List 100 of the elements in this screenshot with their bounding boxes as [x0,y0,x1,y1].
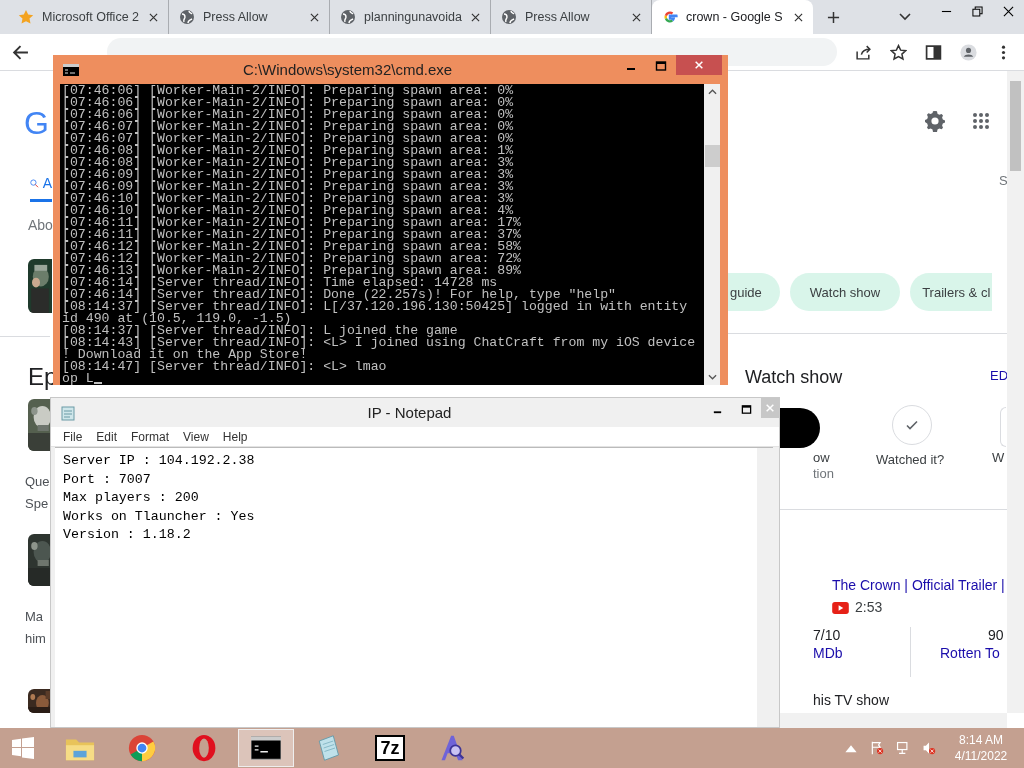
console-line: [08:14:37] [Server thread/INFO]: L joined the game [62,325,458,337]
menu-item[interactable]: View [183,429,209,444]
chrome-icon [127,734,157,762]
scrollbar[interactable] [1007,71,1024,713]
console-line: [07:46:14] [Server thread/INFO]: Time elapsed: 14728 ms [62,277,498,289]
rating-source-link[interactable]: Rotten To [940,645,1000,661]
action-sublabel: tion [813,466,834,481]
search-icon [30,176,39,190]
text-line: Version : 1.18.2 [63,526,191,544]
taskbar-button[interactable] [238,729,294,767]
console-icon [251,734,281,762]
browser-tab[interactable]: planningunavoida [330,0,491,34]
menu-item[interactable]: File [63,429,83,444]
share-icon[interactable] [855,43,872,61]
close-icon[interactable] [310,12,319,22]
back-icon[interactable] [12,43,29,61]
globe-icon [340,9,356,25]
close-icon[interactable] [471,12,480,22]
text-cursor [93,382,102,384]
menu-item[interactable]: Help [222,429,248,444]
console-line: [07:46:07] [Worker-Main-2/INFO]: Preparing spawn area: 0% [62,133,515,145]
close-icon[interactable] [1003,5,1014,17]
console-icon [63,63,79,76]
console-line: [07:46:10] [Worker-Main-2/INFO]: Preparing spawn area: 4% [62,205,514,217]
scroll-up-icon[interactable] [707,89,717,95]
apps-icon[interactable] [972,112,990,130]
episode-title[interactable]: Spe [25,496,49,511]
settings-icon[interactable] [923,109,947,133]
notepad-icon [60,404,76,421]
console-line: [07:46:08] [Worker-Main-2/INFO]: Preparing spawn area: 1% [62,145,515,157]
globe-icon [501,9,517,25]
scrollbar[interactable] [704,84,720,385]
browser-tab[interactable]: crown - Google S [652,0,813,34]
console-input[interactable]: op L [62,373,94,385]
chevron-icon[interactable] [899,13,911,21]
console-line: [07:46:09] [Worker-Main-2/INFO]: Preparing spawn area: 3% [62,181,515,193]
action-label[interactable]: ow [813,450,830,465]
close-icon [765,403,775,413]
rating-source-link[interactable]: MDb [813,645,843,661]
close-icon[interactable] [794,12,803,22]
scrollbar[interactable] [757,448,773,727]
speaker-muted-icon[interactable] [922,741,936,755]
profile-icon[interactable] [960,43,977,61]
close-icon [694,60,704,70]
console-line: [07:46:08] [Worker-Main-2/INFO]: Preparing spawn area: 3% [62,157,515,169]
edit-link[interactable]: ED [990,368,1009,383]
console-line: [07:46:12] [Worker-Main-2/INFO]: Preparing spawn area: 58% [62,241,522,253]
star-outline-icon[interactable] [890,43,907,61]
new-tab-icon[interactable] [827,10,840,24]
section-heading: Watch show [745,367,843,388]
console-line: id 490 at (10.5, 119.0, -1.5) [62,313,292,325]
taskbar-button[interactable]: 7z [362,729,418,767]
sidebar-icon[interactable] [925,43,942,61]
scroll-thumb[interactable] [1010,81,1021,171]
filter-chip[interactable]: Trailers & cl [910,273,993,311]
tools-link[interactable]: S [999,173,1008,188]
results-info: Abo [28,217,53,233]
episode-title[interactable]: him [25,631,46,646]
scroll-thumb[interactable] [704,145,720,167]
scroll-down-icon[interactable] [707,374,717,380]
console-line: [07:46:07] [Worker-Main-2/INFO]: Preparing spawn area: 0% [62,121,515,133]
star-icon [18,9,34,25]
action-label[interactable]: Watched it? [876,452,945,467]
restore-icon[interactable] [972,5,983,17]
close-icon[interactable] [632,12,641,22]
console-line: [07:46:10] [Worker-Main-2/INFO]: Preparing spawn area: 3% [62,193,515,205]
console-line: [08:14:43] [Server thread/INFO]: <L> I joined using ChatCraft from my iOS device [62,337,697,349]
text-line: Works on Tlauncher : Yes [63,507,255,526]
console-line: [08:14:47] [Server thread/INFO]: <L> lmao [62,361,388,373]
console-line: [07:46:09] [Worker-Main-2/INFO]: Preparing spawn area: 3% [62,169,515,181]
episode-title[interactable]: Que [25,474,50,489]
menu-item[interactable]: Format [131,429,170,444]
console-line: [07:46:06] [Worker-Main-2/INFO]: Preparing spawn area: 0% [62,97,515,109]
window-title: C:\Windows\system32\cmd.exe [241,61,454,78]
action-label[interactable]: W [992,450,1005,465]
text-line: Port : 7007 [63,470,151,489]
episode-title[interactable]: Ma [25,609,44,624]
maximize-icon[interactable] [655,59,667,72]
menu-item[interactable]: Edit [96,429,118,444]
console-line: [07:46:06] [Worker-Main-2/INFO]: Preparing spawn area: 0% [62,109,515,121]
google-icon [662,9,678,25]
video-duration: 2:53 [855,599,883,615]
archive-app-icon: 7z [375,735,405,761]
console-line: ! Download it on the App Store! [62,349,308,361]
logo[interactable]: G [24,105,49,142]
text-line: Max players : 200 [63,489,199,507]
browser-tab[interactable]: Press Allow [169,0,330,34]
browser-tab[interactable]: Microsoft Office 2 [8,0,169,34]
filter-chip[interactable]: guide [728,273,780,311]
console-line: [07:46:13] [Worker-Main-2/INFO]: Preparing spawn area: 89% [62,265,522,277]
scrollbar[interactable] [780,713,1007,729]
video-link[interactable]: The Crown | Official Trailer | [832,577,1005,593]
text-line: Server IP : 104.192.2.38 [63,452,255,470]
console-line: [07:46:11] [Worker-Main-2/INFO]: Preparing spawn area: 17% [62,217,522,229]
flag-icon[interactable] [870,741,884,755]
rating-score: 90 [988,627,1004,643]
section-text: his TV show [813,692,889,708]
close-icon[interactable] [149,12,158,22]
maximize-icon[interactable] [741,404,752,415]
filter-chip[interactable]: Watch show [789,273,901,311]
